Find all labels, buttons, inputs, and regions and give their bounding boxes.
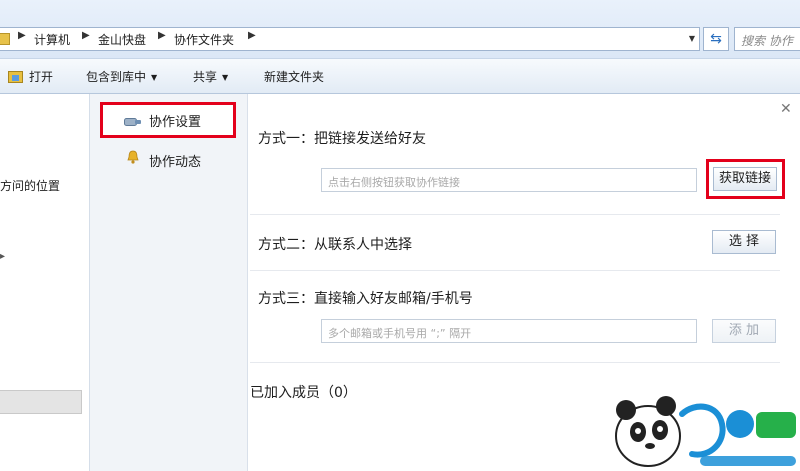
include-library-button[interactable]: 包含到库中 ▼ [86,68,157,85]
share-button[interactable]: 共享 ▼ [193,68,228,85]
new-folder-button[interactable]: 新建文件夹 [264,68,324,85]
horizontal-scrollbar[interactable] [0,390,82,414]
menu-label: 协作动态 [149,155,202,170]
chevron-right-icon[interactable]: ▶ [248,30,256,41]
members-count-label: 已加入成员（0） [250,385,357,401]
chevron-right-icon[interactable]: ▶ [158,30,166,41]
choose-contact-button[interactable]: 选 择 [712,230,776,254]
breadcrumb-computer[interactable]: 计算机 [34,31,70,48]
section-divider [250,214,780,215]
close-icon[interactable]: ✕ [780,101,792,117]
nav-item-recent-places[interactable]: 方问的位置 [0,177,60,194]
menu-label: 协作设置 [149,115,202,130]
command-bar: 打开 包含到库中 ▼ 共享 ▼ 新建文件夹 [0,58,800,94]
breadcrumb-collab-folder[interactable]: 协作文件夹 [174,31,234,48]
breadcrumb[interactable]: ▶ 计算机 ▶ 金山快盘 ▶ 协作文件夹 ▶ [0,27,700,51]
panda-watermark-logo [615,396,796,467]
address-bar: ▶ 计算机 ▶ 金山快盘 ▶ 协作文件夹 ▶ ▼ ⇆ 搜索 协作 [0,0,800,58]
open-label: 打开 [29,70,54,84]
invite-email-phone-input[interactable]: 多个邮箱或手机号用 “;” 隔开 [321,319,697,343]
menu-item-collab-activity[interactable]: 协作动态 [100,142,236,178]
chevron-right-icon[interactable]: ▶ [18,30,26,41]
method1-title: 方式一：把链接发送给好友 [258,131,426,147]
breadcrumb-kuaipan[interactable]: 金山快盘 [98,31,146,48]
folder-icon [0,33,10,45]
address-dropdown-icon[interactable]: ▼ [684,27,700,51]
gear-icon [124,118,141,126]
section-divider [250,362,780,363]
expand-arrow-icon[interactable]: ▸ [0,251,5,262]
collab-link-field[interactable]: 点击右侧按钮获取协作链接 [321,168,697,192]
add-member-button[interactable]: 添 加 [712,319,776,343]
menu-item-collab-settings[interactable]: 协作设置 [100,102,236,138]
bell-icon [127,150,139,164]
get-link-button[interactable]: 获取链接 [713,167,777,191]
open-icon [8,71,23,83]
section-divider [250,270,780,271]
invite-input-placeholder: 多个邮箱或手机号用 “;” 隔开 [328,327,472,340]
chevron-down-icon: ▼ [222,73,229,82]
method3-title: 方式三：直接输入好友邮箱/手机号 [258,291,473,307]
chevron-right-icon[interactable]: ▶ [82,30,90,41]
include-library-label: 包含到库中 [86,70,147,84]
chevron-down-icon: ▼ [151,73,158,82]
open-button[interactable]: 打开 [8,68,53,85]
refresh-icon[interactable]: ⇆ [703,27,729,51]
share-label: 共享 [193,70,218,84]
search-input[interactable]: 搜索 协作 [734,27,800,51]
method2-title: 方式二：从联系人中选择 [258,237,412,253]
navigation-pane: 方问的位置 ▸ [0,94,90,471]
collab-link-placeholder: 点击右侧按钮获取协作链接 [328,176,460,189]
search-placeholder: 搜索 协作 [741,34,793,48]
collab-side-menu: 协作设置 协作动态 [90,94,248,471]
